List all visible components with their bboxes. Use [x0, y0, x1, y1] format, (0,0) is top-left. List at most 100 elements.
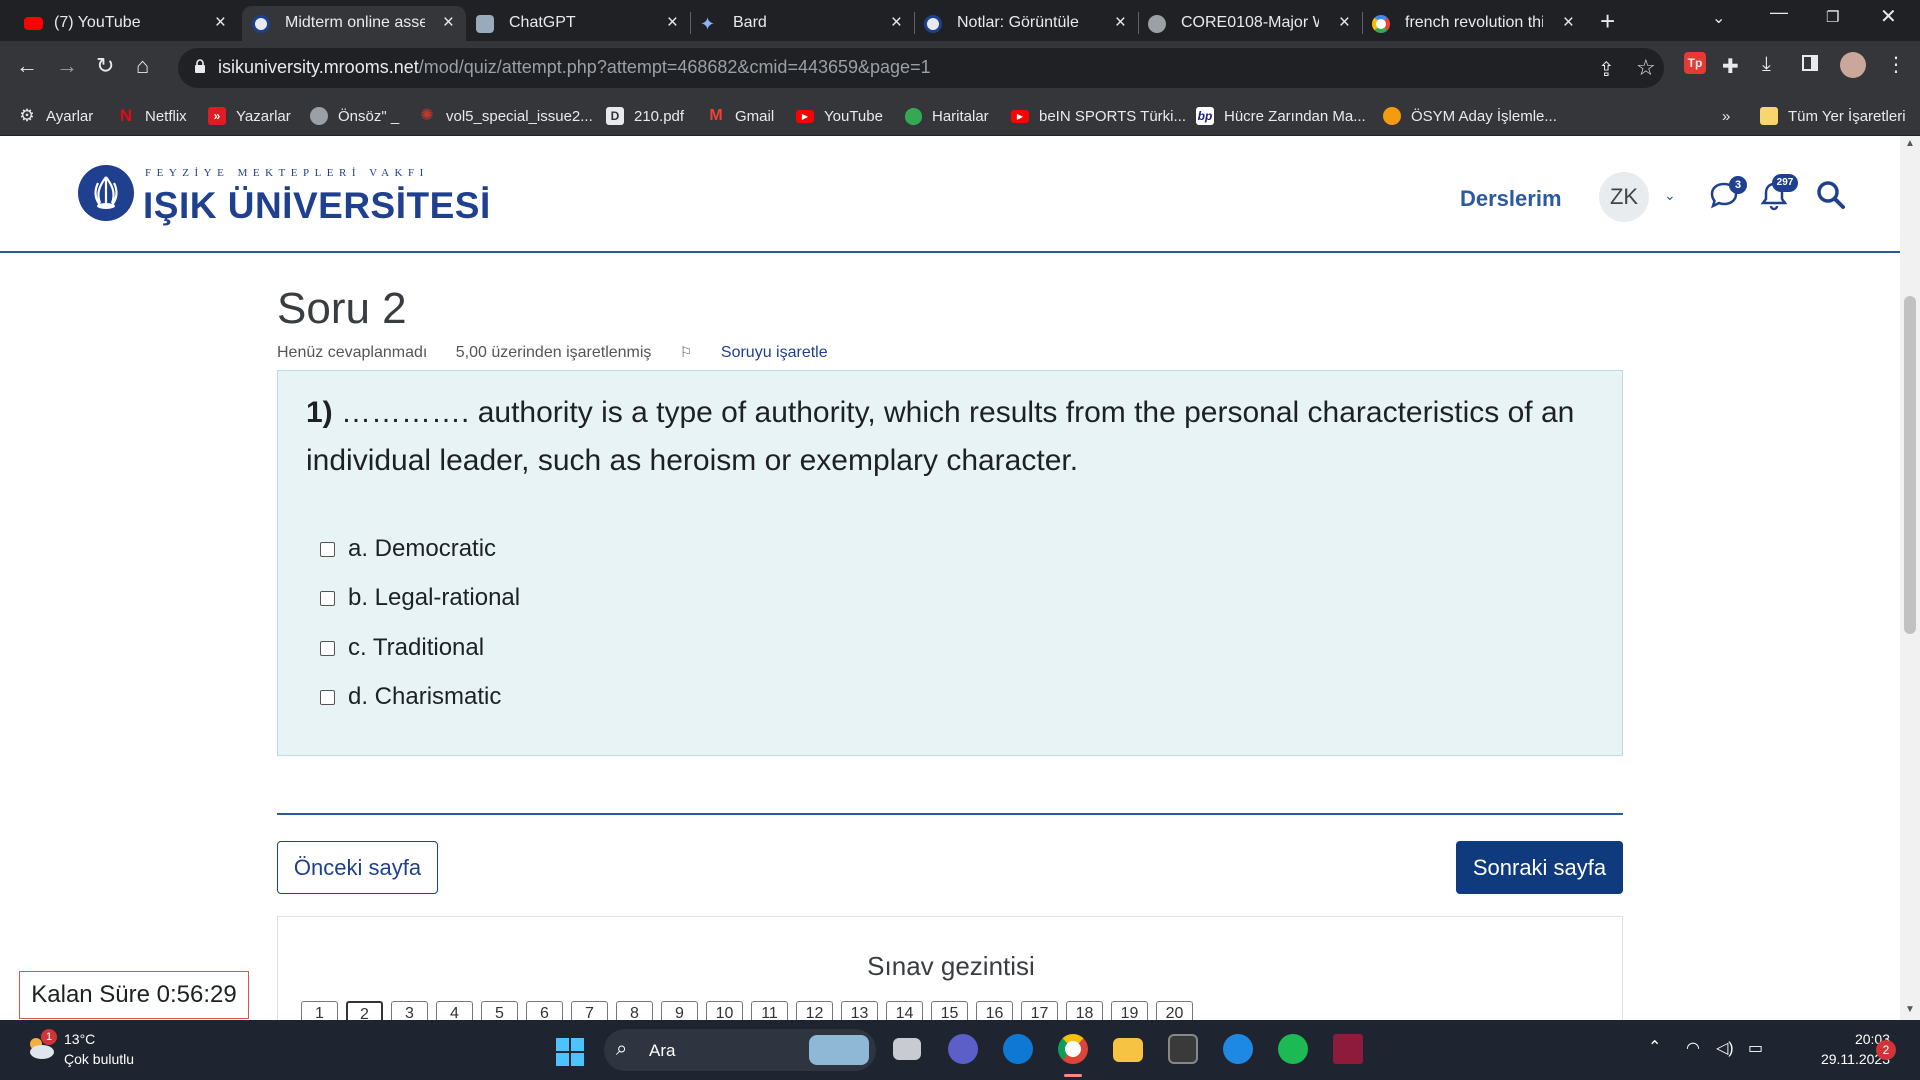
tab-midterm[interactable]: Midterm online asses ×: [242, 6, 466, 41]
quiz-nav-question-button[interactable]: 12: [796, 1001, 833, 1020]
bookmark-youtube[interactable]: ▶ YouTube: [796, 106, 883, 126]
close-window-icon[interactable]: ✕: [1880, 4, 1897, 29]
address-bar[interactable]: isikuniversity.mrooms.net/mod/quiz/attem…: [178, 48, 1664, 88]
tab-google-search[interactable]: french revolution thi ×: [1362, 6, 1586, 41]
reload-icon[interactable]: ↻: [96, 53, 114, 79]
previous-page-button[interactable]: Önceki sayfa: [277, 841, 438, 894]
page-scrollbar[interactable]: ▲ ▼: [1900, 136, 1920, 1020]
quiz-nav-question-button[interactable]: 10: [706, 1001, 743, 1020]
bookmark-gmail[interactable]: M Gmail: [707, 106, 774, 126]
microsoft-store-icon[interactable]: [1168, 1034, 1198, 1064]
bookmark-yazarlar[interactable]: » Yazarlar: [208, 106, 291, 126]
quiz-nav-question-button[interactable]: 5: [481, 1001, 518, 1020]
bookmark-ayarlar[interactable]: ⚙ Ayarlar: [18, 106, 93, 126]
profile-avatar[interactable]: [1840, 52, 1866, 78]
bookmark-vol5[interactable]: ✺ vol5_special_issue2...: [418, 106, 592, 126]
chevron-down-icon[interactable]: ⌄: [1664, 187, 1676, 204]
quiz-nav-question-button[interactable]: 16: [976, 1001, 1013, 1020]
close-icon[interactable]: ×: [443, 12, 454, 34]
restore-icon[interactable]: ❐: [1826, 8, 1839, 26]
tab-core0108[interactable]: CORE0108-Major Wo ×: [1138, 6, 1362, 41]
home-icon[interactable]: ⌂: [136, 53, 149, 79]
quiz-nav-question-button[interactable]: 9: [661, 1001, 698, 1020]
tab-notlar[interactable]: Notlar: Görüntüle ×: [914, 6, 1138, 41]
extensions-puzzle-icon[interactable]: ✚: [1722, 54, 1739, 79]
teams-chat-icon[interactable]: [948, 1034, 978, 1064]
option-checkbox[interactable]: [320, 541, 335, 557]
quiz-nav-question-button[interactable]: 20: [1156, 1001, 1193, 1020]
quiz-nav-question-button[interactable]: 2: [346, 1001, 383, 1020]
quiz-nav-question-button[interactable]: 8: [616, 1001, 653, 1020]
nav-my-courses[interactable]: Derslerim: [1460, 186, 1562, 212]
notification-center-badge[interactable]: 2: [1876, 1040, 1896, 1060]
bookmark-osym[interactable]: ÖSYM Aday İşlemle...: [1383, 106, 1557, 126]
bookmark-onsoz[interactable]: Önsöz" _: [310, 106, 399, 126]
close-icon[interactable]: ×: [667, 12, 678, 34]
forward-icon[interactable]: →: [56, 53, 78, 79]
tab-youtube[interactable]: (7) YouTube ×: [0, 6, 238, 41]
bookmark-netflix[interactable]: N Netflix: [117, 106, 187, 126]
weather-description[interactable]: Çok bulutlu: [64, 1051, 134, 1067]
bookmarks-overflow-icon[interactable]: »: [1722, 106, 1730, 126]
download-icon[interactable]: ⤓: [1762, 53, 1771, 76]
telegram-icon[interactable]: [1223, 1034, 1253, 1064]
quiz-nav-question-button[interactable]: 6: [526, 1001, 563, 1020]
clock-date[interactable]: 29.11.2023: [1784, 1051, 1890, 1067]
tray-overflow-chevron-icon[interactable]: ⌃: [1648, 1037, 1661, 1057]
taskbar-search-box[interactable]: ⌕ Ara: [604, 1029, 876, 1071]
scrollbar-thumb[interactable]: [1904, 296, 1916, 634]
close-icon[interactable]: ×: [1339, 12, 1350, 34]
task-view-icon[interactable]: [893, 1038, 921, 1060]
back-icon[interactable]: ←: [16, 53, 38, 79]
tab-search-chevron-icon[interactable]: ⌄: [1712, 8, 1725, 28]
user-avatar[interactable]: ZK: [1599, 172, 1649, 222]
quiz-nav-question-button[interactable]: 18: [1066, 1001, 1103, 1020]
tab-bard[interactable]: ✦ Bard ×: [690, 6, 914, 41]
scroll-down-icon[interactable]: ▼: [1905, 1004, 1915, 1015]
edge-icon[interactable]: [1003, 1034, 1033, 1064]
quiz-nav-question-button[interactable]: 4: [436, 1001, 473, 1020]
menu-dots-icon[interactable]: ⋮: [1886, 52, 1906, 77]
minimize-icon[interactable]: —: [1770, 2, 1788, 23]
close-icon[interactable]: ×: [1115, 12, 1126, 34]
windows-start-icon[interactable]: [556, 1038, 584, 1066]
quiz-nav-question-button[interactable]: 11: [751, 1001, 788, 1020]
option-checkbox[interactable]: [320, 689, 335, 705]
search-icon[interactable]: [1816, 180, 1846, 210]
quiz-nav-question-button[interactable]: 3: [391, 1001, 428, 1020]
quiz-nav-question-button[interactable]: 13: [841, 1001, 878, 1020]
quiz-nav-question-button[interactable]: 1: [301, 1001, 338, 1020]
extension-tp-icon[interactable]: Tp: [1684, 52, 1706, 74]
new-tab-button[interactable]: +: [1600, 6, 1615, 37]
option-checkbox[interactable]: [320, 590, 335, 606]
scroll-up-icon[interactable]: ▲: [1905, 138, 1915, 149]
quiz-nav-question-button[interactable]: 17: [1021, 1001, 1058, 1020]
bookmark-bein[interactable]: ▶ beIN SPORTS Türki...: [1011, 106, 1186, 126]
flag-question-link[interactable]: ⚐ Soruyu işaretle: [680, 344, 852, 361]
file-explorer-icon[interactable]: [1113, 1038, 1143, 1062]
close-icon[interactable]: ×: [891, 12, 902, 34]
chrome-icon[interactable]: [1058, 1034, 1088, 1064]
bookmark-hucre[interactable]: bp Hücre Zarından Ma...: [1196, 106, 1366, 126]
answer-option-d[interactable]: d. Charismatic: [320, 682, 501, 712]
quiz-nav-question-button[interactable]: 7: [571, 1001, 608, 1020]
answer-option-b[interactable]: b. Legal-rational: [320, 583, 520, 613]
weather-temperature[interactable]: 13°C: [64, 1031, 95, 1047]
close-icon[interactable]: ×: [215, 12, 226, 34]
university-logo-icon[interactable]: [78, 165, 134, 221]
battery-icon[interactable]: ▭: [1748, 1038, 1763, 1058]
volume-icon[interactable]: ◁): [1716, 1038, 1734, 1058]
quiz-nav-question-button[interactable]: 15: [931, 1001, 968, 1020]
next-page-button[interactable]: Sonraki sayfa: [1456, 841, 1623, 894]
sidepanel-icon[interactable]: [1802, 55, 1818, 71]
close-icon[interactable]: ×: [1563, 12, 1574, 34]
tab-chatgpt[interactable]: ChatGPT ×: [466, 6, 690, 41]
bookmark-haritalar[interactable]: ⬤ Haritalar: [904, 106, 989, 126]
share-icon[interactable]: ⇪: [1598, 57, 1615, 82]
option-checkbox[interactable]: [320, 640, 335, 656]
bookmark-210pdf[interactable]: D 210.pdf: [606, 106, 684, 126]
answer-option-a[interactable]: a. Democratic: [320, 534, 496, 564]
bookmark-all[interactable]: Tüm Yer İşaretleri: [1760, 106, 1906, 126]
answer-option-c[interactable]: c. Traditional: [320, 633, 484, 663]
spotify-icon[interactable]: [1278, 1034, 1308, 1064]
